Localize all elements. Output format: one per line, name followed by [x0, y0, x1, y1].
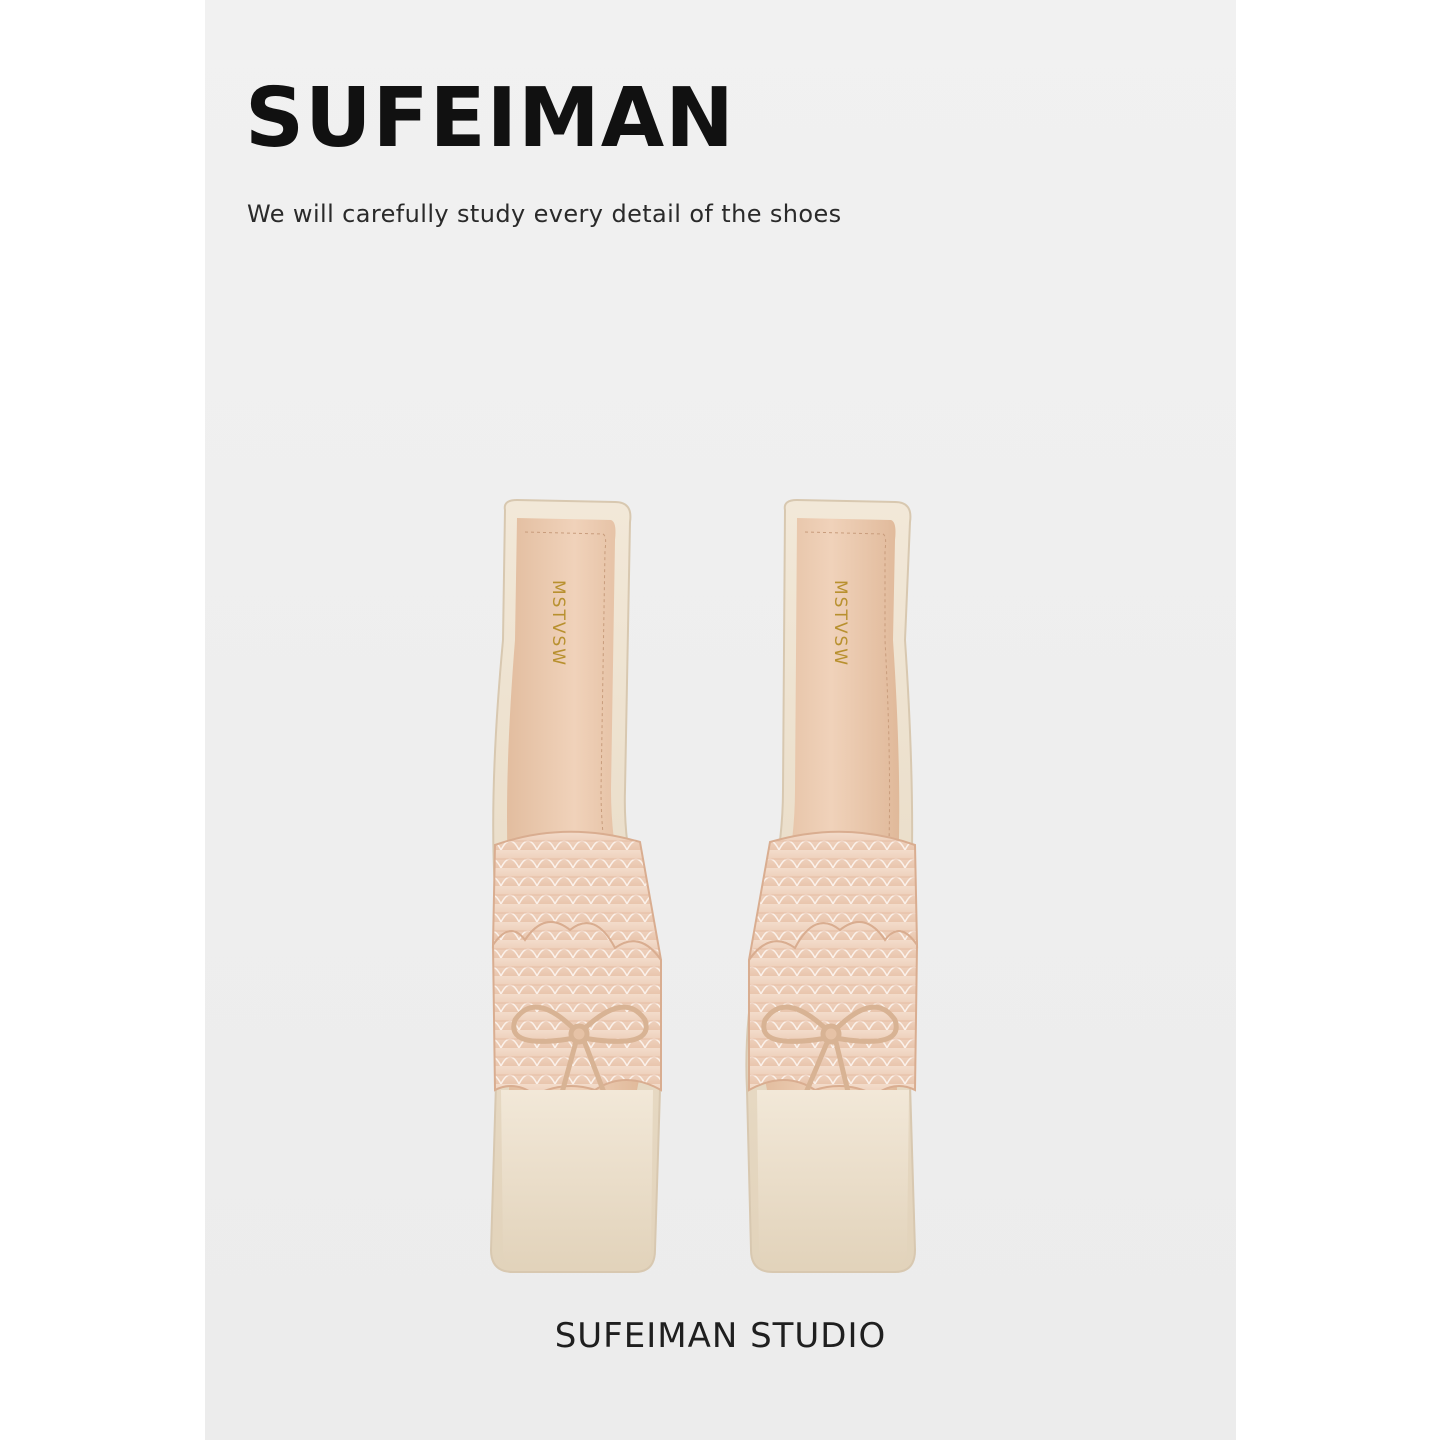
brand-title: SUFEIMAN: [245, 71, 735, 166]
page-canvas: SUFEIMAN We will carefully study every d…: [0, 0, 1440, 1440]
left-sandal-toe: [501, 1090, 653, 1266]
right-sandal: MSTVSW: [745, 498, 919, 1273]
left-sandal: MSTVSW: [489, 498, 662, 1273]
right-insole-logo: MSTVSW: [830, 580, 850, 667]
product-image: MSTVSW MSTVSW: [489, 498, 919, 1273]
brand-tagline: We will carefully study every detail of …: [247, 200, 842, 228]
left-insole-logo: MSTVSW: [548, 580, 568, 667]
studio-footer: SUFEIMAN STUDIO: [554, 1316, 887, 1356]
right-sandal-toe: [757, 1090, 909, 1266]
product-poster-panel: SUFEIMAN We will carefully study every d…: [205, 0, 1236, 1440]
